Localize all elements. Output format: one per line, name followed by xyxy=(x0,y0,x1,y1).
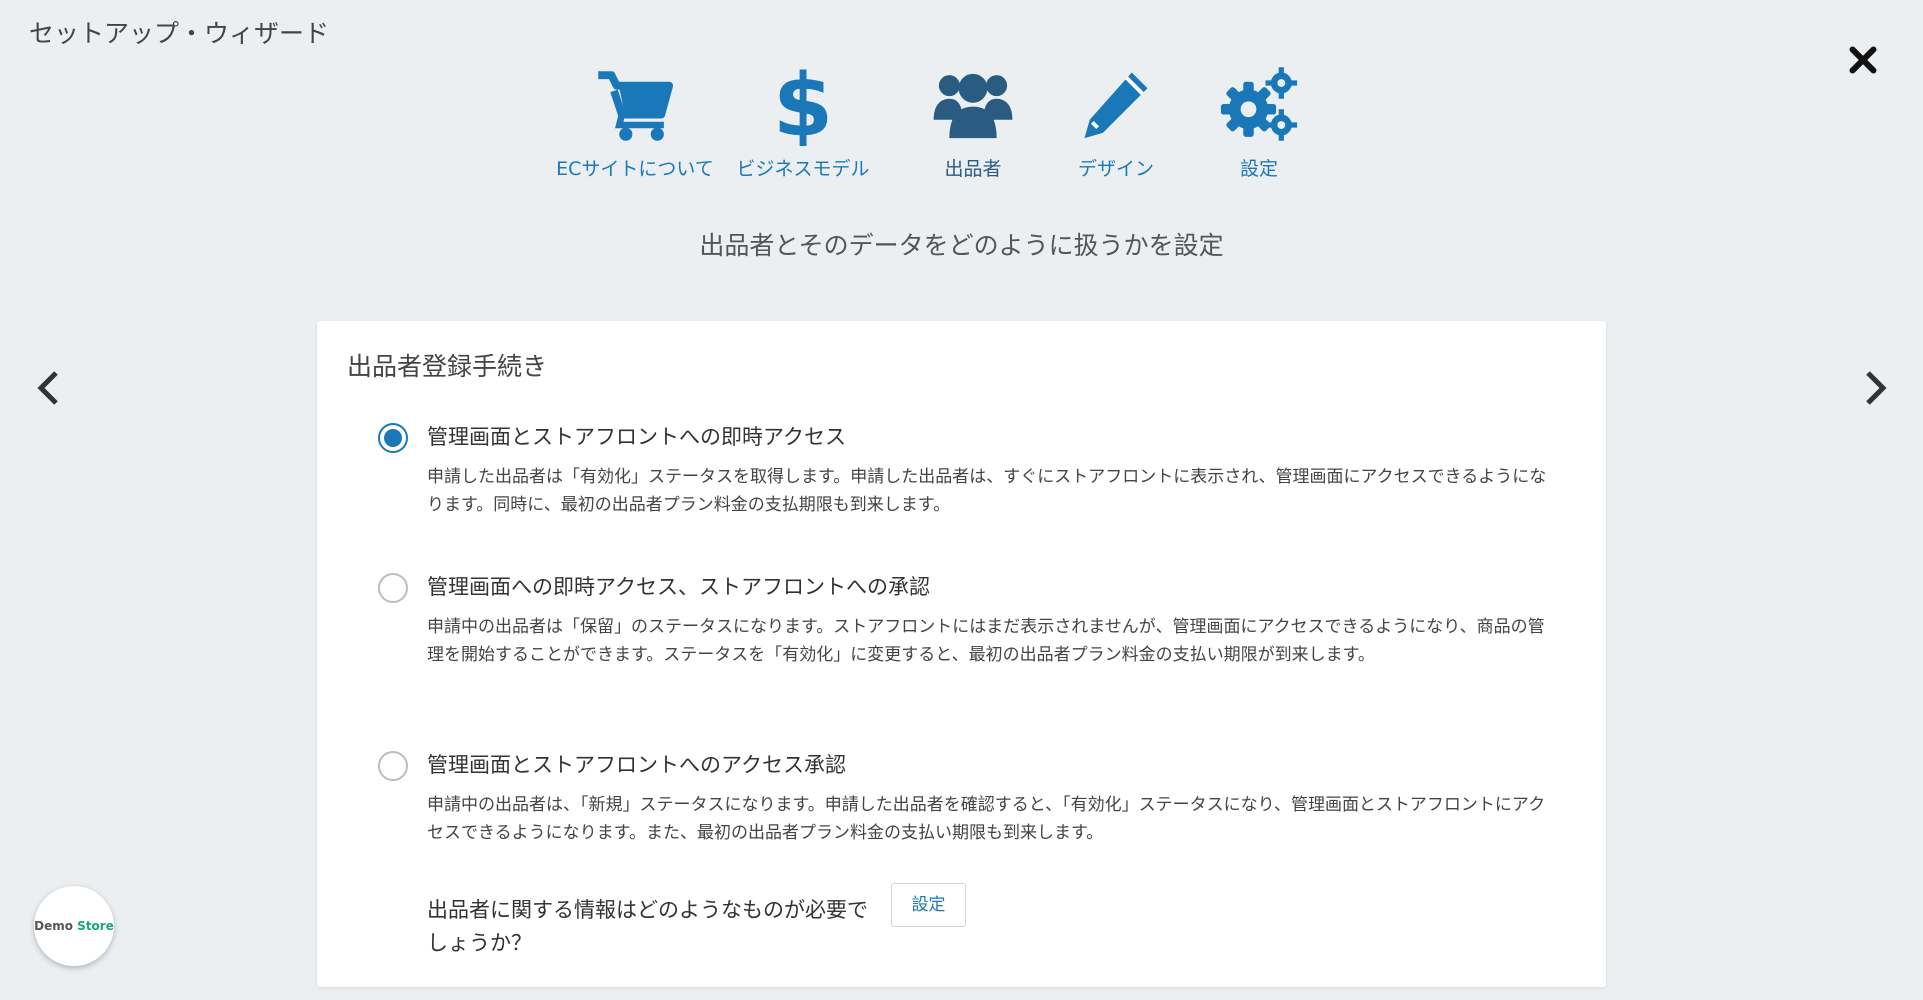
step-settings[interactable]: 設定 xyxy=(1164,62,1354,181)
step-label: 設定 xyxy=(1239,158,1278,180)
pencil-icon xyxy=(1084,72,1148,139)
close-icon[interactable] xyxy=(1845,42,1881,78)
option-description: 申請中の出品者は「保留」のステータスになります。ストアフロントにはまだ表示されま… xyxy=(427,617,1545,665)
settings-button[interactable]: 設定 xyxy=(891,883,966,927)
dollar-icon: $ xyxy=(773,62,833,146)
step-business-model[interactable]: $ ビジネスモデル xyxy=(708,62,898,181)
step-label: ビジネスモデル xyxy=(736,158,870,180)
option-title: 管理画面とストアフロントへの即時アクセス xyxy=(427,425,846,449)
gears-icon xyxy=(1220,67,1298,141)
option-title: 管理画面への即時アクセス、ストアフロントへの承認 xyxy=(427,575,930,599)
svg-text:$: $ xyxy=(773,62,833,146)
radio-immediate-access[interactable] xyxy=(378,423,408,453)
radio-admin-access-storefront-approval[interactable] xyxy=(378,573,408,603)
chevron-left-icon[interactable] xyxy=(31,368,71,408)
radio-access-approval[interactable] xyxy=(378,751,408,781)
option-description: 申請した出品者は「有効化」ステータスを取得します。申請した出品者は、すぐにストア… xyxy=(427,467,1547,515)
chevron-right-icon[interactable] xyxy=(1853,368,1893,408)
vendor-registration-panel: 出品者登録手続き 管理画面とストアフロントへの即時アクセス 申請した出品者は「有… xyxy=(317,321,1606,987)
option-title: 管理画面とストアフロントへのアクセス承認 xyxy=(427,753,846,777)
option-description: 申請中の出品者は、「新規」ステータスになります。申請した出品者を確認すると、「有… xyxy=(427,795,1546,843)
users-icon xyxy=(933,73,1013,139)
step-ec-site[interactable]: ECサイトについて xyxy=(540,62,730,181)
demo-store-badge[interactable]: Demo Store xyxy=(34,886,114,966)
demo-word: Demo xyxy=(34,919,73,933)
panel-title: 出品者登録手続き xyxy=(347,352,548,381)
vendor-info-question: 出品者に関する情報はどのようなものが必要でしょうか？ xyxy=(427,898,868,955)
wizard-steps: ECサイトについて $ ビジネスモデル 出品者 デザイン 設定 xyxy=(540,62,1380,182)
page-subtitle: 出品者とそのデータをどのように扱うかを設定 xyxy=(699,231,1224,260)
step-label: ECサイトについて xyxy=(556,158,714,180)
wizard-title: セットアップ・ウィザード xyxy=(29,19,330,48)
cart-icon xyxy=(598,71,674,141)
store-word: Store xyxy=(77,919,114,933)
